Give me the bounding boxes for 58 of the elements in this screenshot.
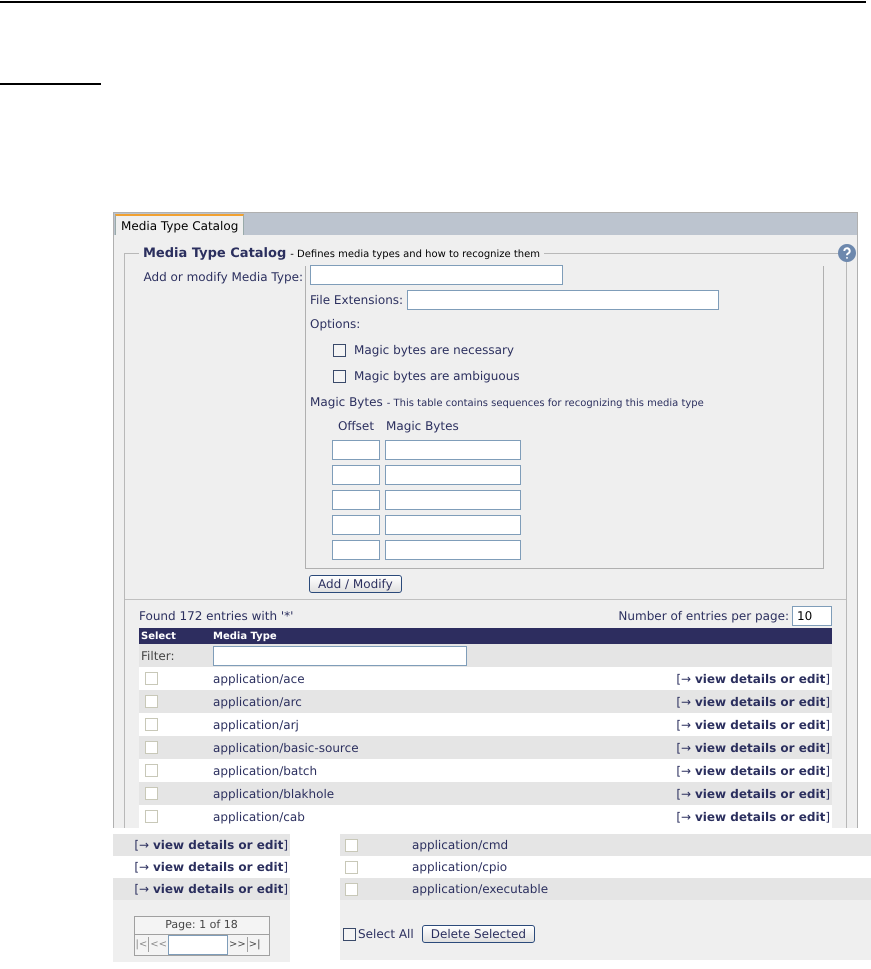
media-type-cell-text: application/basic-source bbox=[213, 740, 360, 756]
media-type-cell-text: application/cmd bbox=[412, 837, 508, 854]
media-type-cell-text: application/ace bbox=[213, 670, 306, 688]
checkbox[interactable] bbox=[333, 370, 346, 382]
column-header: Offset bbox=[336, 418, 376, 435]
offset-field[interactable] bbox=[332, 515, 380, 535]
magic-bytes-field[interactable] bbox=[385, 490, 521, 510]
last-page-button[interactable]: >| bbox=[248, 937, 262, 952]
fieldset-subtitle: - Defines media types and how to recognize them bbox=[290, 248, 540, 262]
next-page-button[interactable]: >> bbox=[228, 937, 248, 952]
file-extensions-field[interactable] bbox=[407, 290, 720, 310]
media-type-cell-text: application/arc bbox=[213, 694, 303, 710]
checkbox[interactable] bbox=[333, 344, 346, 356]
media-type-label: Add or modify Media Type: bbox=[142, 269, 304, 286]
magic-bytes-field[interactable] bbox=[385, 440, 521, 460]
help-icon[interactable] bbox=[838, 244, 856, 262]
file-extensions-label: File Extensions: bbox=[310, 292, 404, 309]
offset-field[interactable] bbox=[332, 465, 380, 485]
tab[interactable]: Media Type Catalog bbox=[115, 214, 244, 235]
view-details-link[interactable]: [→ view details or edit] bbox=[676, 694, 830, 708]
view-details-link[interactable]: [→ view details or edit] bbox=[676, 786, 830, 800]
media-type-field[interactable] bbox=[310, 265, 563, 285]
checkbox[interactable] bbox=[343, 928, 356, 940]
options-label: Options: bbox=[310, 316, 360, 333]
summary-text: Found 172 entries with '*' bbox=[139, 608, 294, 625]
filter-field[interactable] bbox=[213, 646, 467, 666]
filter-label: Filter: bbox=[140, 648, 176, 664]
offset-field[interactable] bbox=[332, 540, 380, 560]
option-label: Magic bytes are necessary bbox=[354, 342, 514, 359]
view-details-link[interactable]: [→ view details or edit] bbox=[676, 718, 830, 732]
view-details-link[interactable]: [→ view details or edit] bbox=[676, 740, 830, 754]
media-type-cell-text: application/cpio bbox=[412, 859, 508, 876]
delete-selected-button[interactable]: Delete Selected bbox=[422, 925, 535, 943]
view-details-link[interactable]: [→ view details or edit] bbox=[676, 764, 830, 778]
media-type-cell-text: application/executable bbox=[412, 881, 548, 898]
per-page-field[interactable]: 10 bbox=[792, 606, 832, 626]
media-type-cell-text: application/batch bbox=[213, 762, 318, 780]
option-label: Magic bytes are ambiguous bbox=[354, 368, 520, 385]
media-type-cell-text: application/cab bbox=[213, 808, 306, 826]
fieldset-title: Media Type Catalog bbox=[143, 245, 286, 263]
media-type-cell-text: application/blakhole bbox=[213, 786, 336, 802]
view-details-link[interactable]: [→ view details or edit] bbox=[676, 672, 830, 686]
per-page-label: Number of entries per page: bbox=[618, 608, 789, 625]
add-modify-button[interactable]: Add / Modify bbox=[309, 575, 402, 593]
offset-field[interactable] bbox=[332, 490, 380, 510]
page-field[interactable] bbox=[168, 934, 228, 954]
magic-bytes-subtitle: - This table contains sequences for recognizing this media type bbox=[386, 397, 704, 411]
magic-bytes-field[interactable] bbox=[385, 540, 521, 560]
magic-bytes-title: Magic Bytes bbox=[310, 394, 383, 411]
media-type-cell-text: application/arj bbox=[213, 716, 300, 734]
offset-field[interactable] bbox=[332, 440, 380, 460]
magic-bytes-field[interactable] bbox=[385, 465, 521, 485]
view-details-link[interactable]: [→ view details or edit] bbox=[676, 810, 830, 824]
column-header: Select bbox=[140, 630, 177, 644]
column-header: Magic Bytes bbox=[385, 418, 459, 435]
select-all-label: Select All bbox=[358, 926, 414, 943]
column-header: Media Type bbox=[213, 630, 277, 644]
magic-bytes-field[interactable] bbox=[385, 515, 521, 535]
